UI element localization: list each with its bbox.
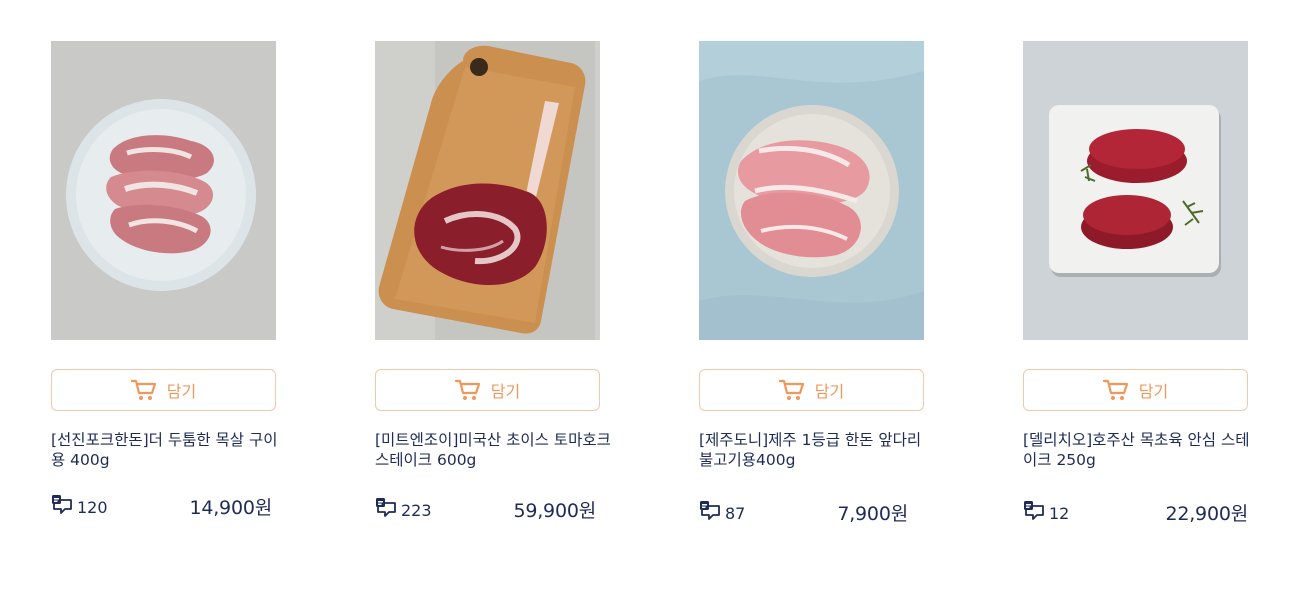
- review-count: 87: [699, 500, 745, 526]
- product-price: 59,900원: [513, 500, 596, 522]
- add-to-cart-button[interactable]: 담기: [1023, 369, 1248, 411]
- add-to-cart-label: 담기: [166, 382, 197, 401]
- product-title[interactable]: [델리치오]호주산 목초육 안심 스테이크 250g: [1023, 430, 1261, 470]
- product-title[interactable]: [미트엔조이]미국산 초이스 토마호크 스테이크 600g: [375, 430, 613, 470]
- product-price: 14,900원: [189, 497, 272, 519]
- review-count-value: 12: [1049, 503, 1070, 523]
- product-image[interactable]: [375, 41, 600, 340]
- product-price: 7,900원: [837, 503, 908, 525]
- cart-icon: [1102, 379, 1129, 401]
- product-card[interactable]: 담기 [미트엔조이]미국산 초이스 토마호크 스테이크 600g 223 59,…: [375, 41, 611, 522]
- add-to-cart-label: 담기: [814, 382, 845, 401]
- product-image[interactable]: [699, 41, 924, 340]
- product-card[interactable]: 담기 [선진포크한돈]더 두툼한 목살 구이용 400g 120 14,900원: [51, 41, 278, 519]
- review-icon: [699, 500, 721, 526]
- product-image[interactable]: [1023, 41, 1248, 340]
- add-to-cart-button[interactable]: 담기: [51, 369, 276, 411]
- review-count-value: 223: [401, 500, 432, 520]
- review-icon: [375, 497, 397, 523]
- cart-icon: [454, 379, 481, 401]
- review-count-value: 87: [725, 503, 746, 523]
- add-to-cart-button[interactable]: 담기: [699, 369, 924, 411]
- product-card[interactable]: 담기 [제주도니]제주 1등급 한돈 앞다리 불고기용400g 87 7,900…: [699, 41, 924, 525]
- product-card[interactable]: 담기 [델리치오]호주산 목초육 안심 스테이크 250g 12 22,900원: [1023, 41, 1250, 525]
- review-count: 223: [375, 497, 432, 523]
- add-to-cart-label: 담기: [490, 382, 521, 401]
- review-count: 120: [51, 494, 108, 520]
- review-icon: [51, 494, 73, 520]
- add-to-cart-button[interactable]: 담기: [375, 369, 600, 411]
- product-title[interactable]: [선진포크한돈]더 두툼한 목살 구이용 400g: [51, 430, 289, 470]
- product-price: 22,900원: [1165, 503, 1248, 525]
- cart-icon: [778, 379, 805, 401]
- review-icon: [1023, 500, 1045, 526]
- add-to-cart-label: 담기: [1138, 382, 1169, 401]
- cart-icon: [130, 379, 157, 401]
- product-title[interactable]: [제주도니]제주 1등급 한돈 앞다리 불고기용400g: [699, 430, 937, 470]
- product-image[interactable]: [51, 41, 276, 340]
- review-count: 12: [1023, 500, 1069, 526]
- review-count-value: 120: [77, 497, 108, 517]
